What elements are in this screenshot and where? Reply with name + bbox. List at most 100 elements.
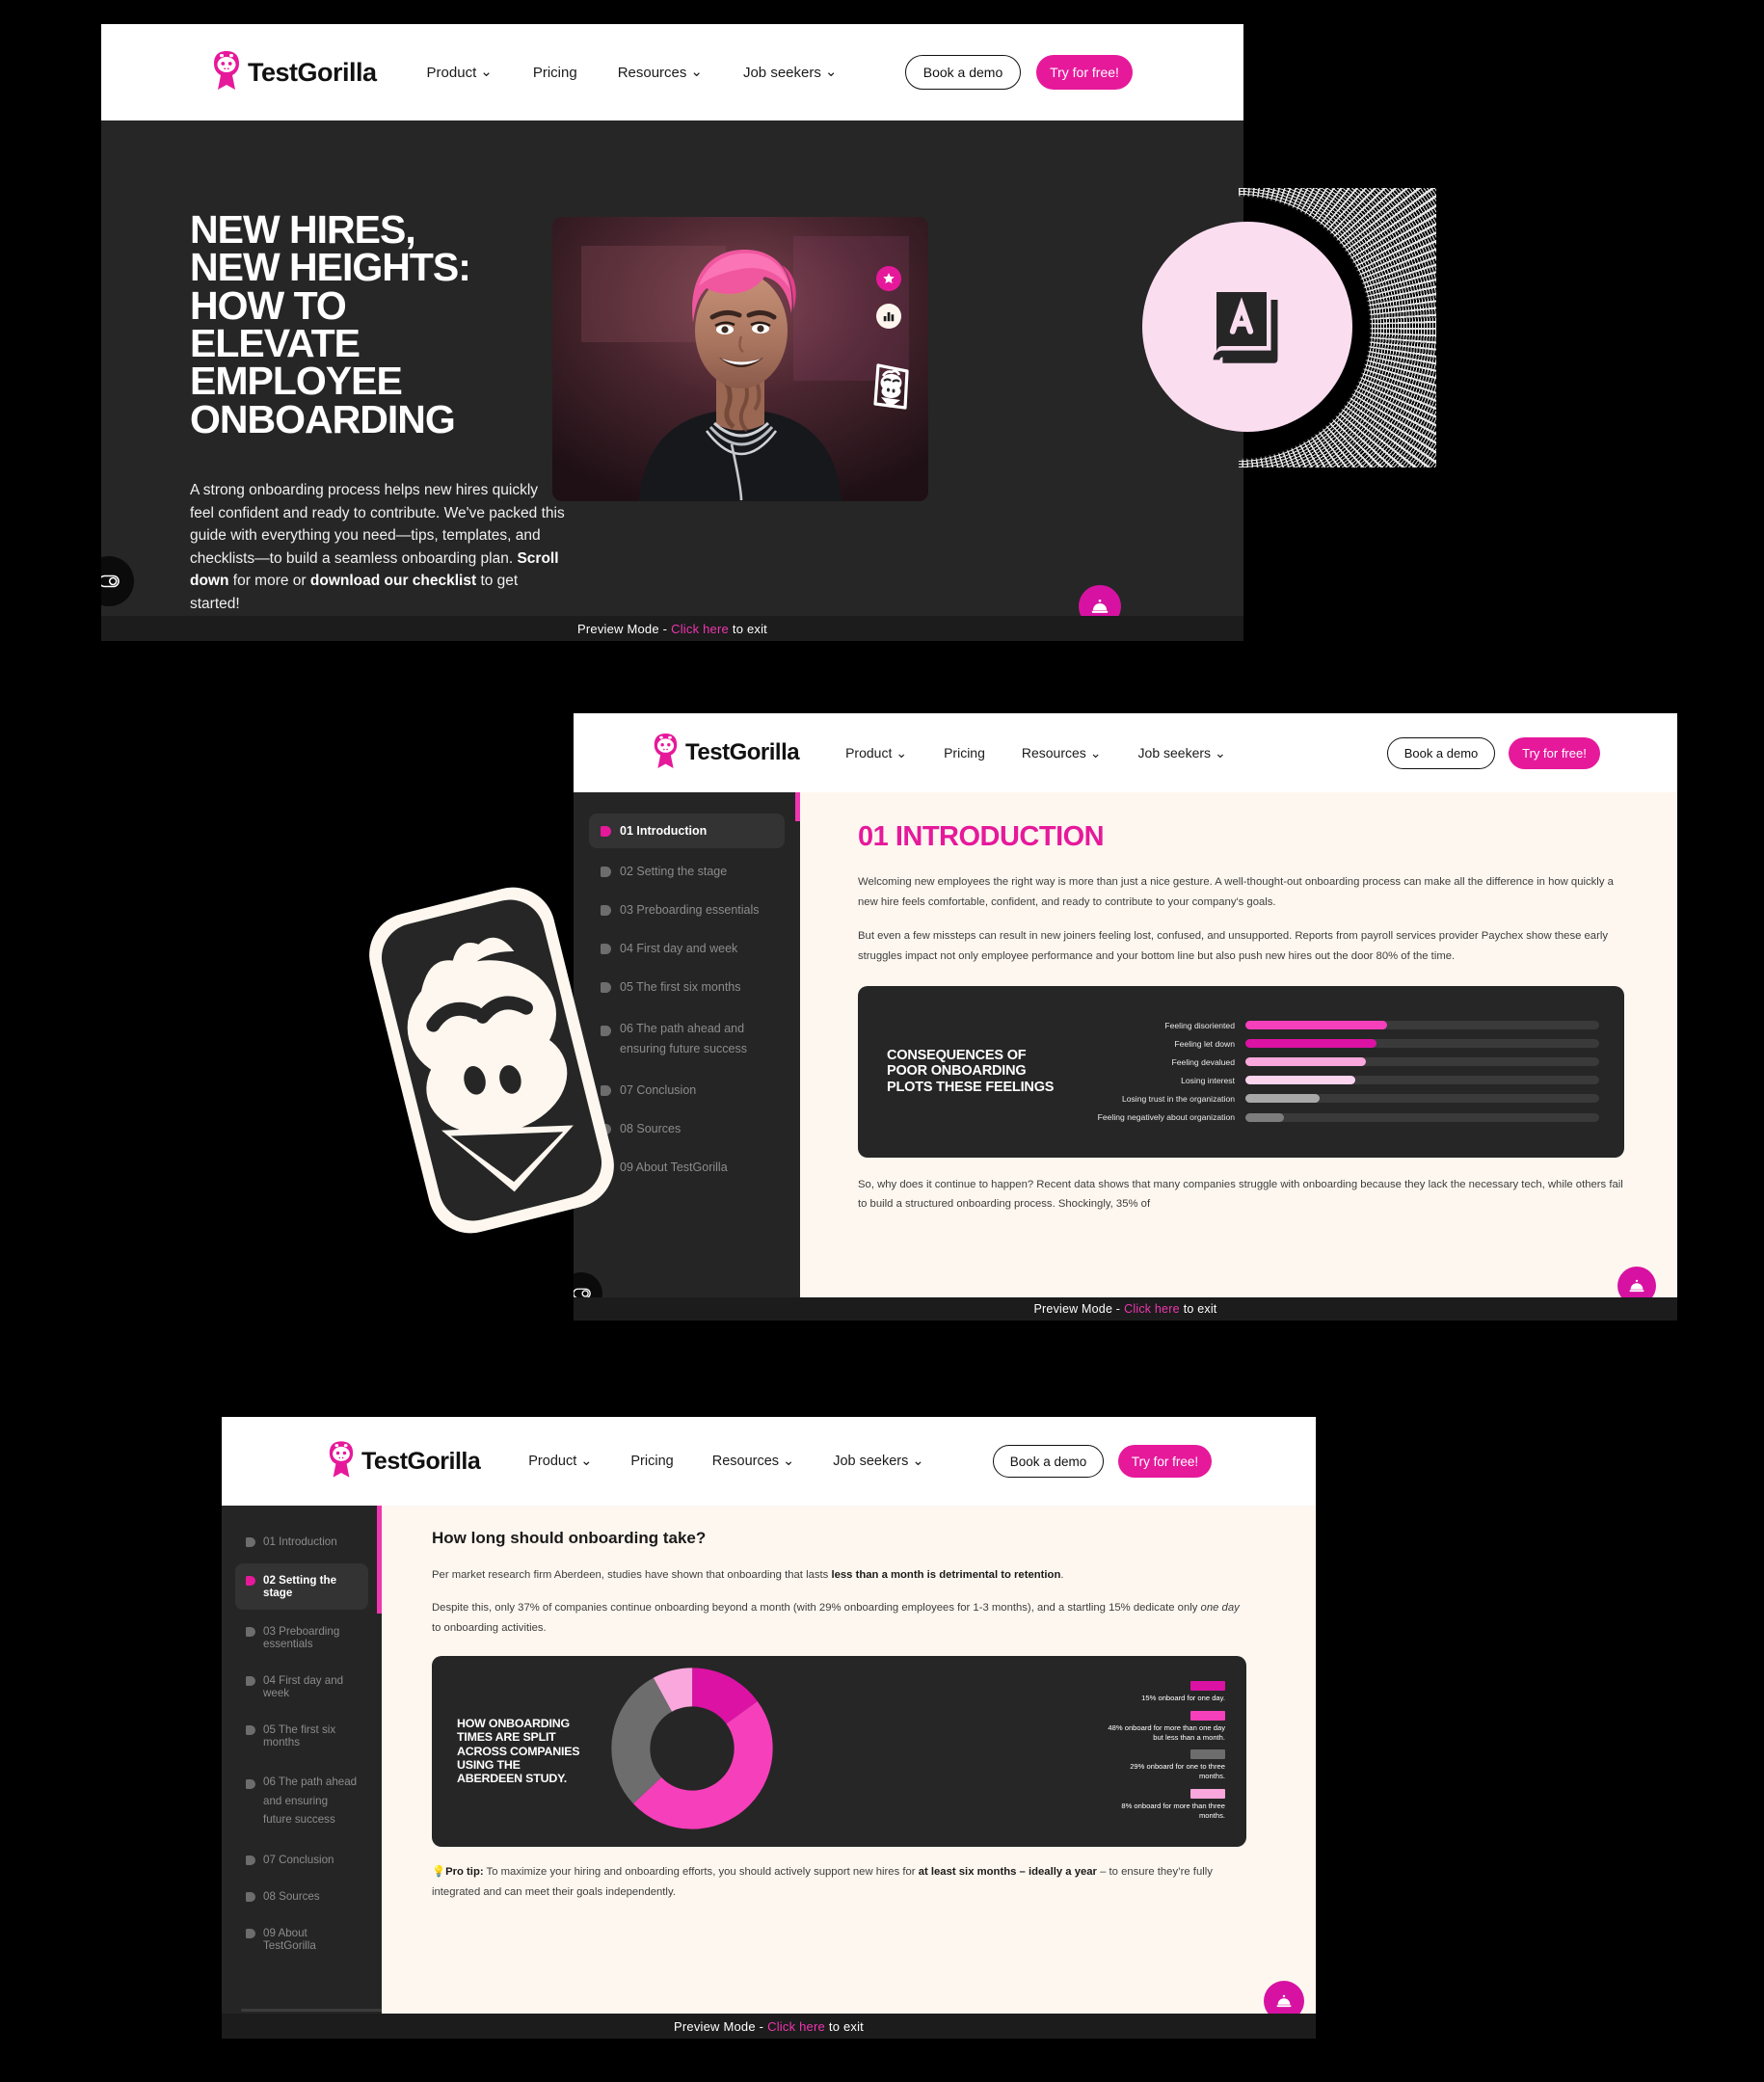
try-for-free-button[interactable]: Try for free! bbox=[1036, 55, 1133, 90]
sidebar-item-label: 06 The path ahead and ensuring future su… bbox=[263, 1775, 358, 1827]
brand-logo-link[interactable]: TestGorilla bbox=[328, 1440, 481, 1483]
book-a-demo-button[interactable]: Book a demo bbox=[905, 55, 1021, 90]
section-bullet-icon bbox=[246, 1576, 255, 1586]
bar-label: Feeling disoriented bbox=[1164, 1020, 1235, 1030]
guide-content: How long should onboarding take? Per mar… bbox=[382, 1506, 1316, 2039]
book-a-badge-icon[interactable] bbox=[1142, 222, 1352, 432]
sidebar-item-07[interactable]: 07 Conclusion bbox=[235, 1845, 368, 1875]
paragraph-text: Despite this, only 37% of companies cont… bbox=[432, 1601, 1201, 1614]
bar-label: Feeling let down bbox=[1174, 1038, 1235, 1049]
preview-mode-bar: Preview Mode - Click here to exit bbox=[574, 1297, 1677, 1321]
legend-label: 8% onboard for more than three months. bbox=[1121, 1801, 1225, 1820]
bar-fill bbox=[1245, 1094, 1321, 1104]
header-cta-group: Book a demo Try for free! bbox=[993, 1445, 1212, 1478]
sidebar-item-04[interactable]: 04 First day and week bbox=[235, 1666, 368, 1708]
preview-prefix: Preview Mode - bbox=[674, 2018, 764, 2034]
nav-label: Product bbox=[845, 745, 893, 761]
sidebar-item-06[interactable]: 06 The path ahead and ensuring future su… bbox=[235, 1764, 368, 1838]
section-bullet-icon bbox=[246, 1929, 255, 1939]
sidebar-scrollbar[interactable] bbox=[241, 2009, 397, 2012]
preview-exit-link[interactable]: Click here bbox=[667, 622, 733, 636]
bar-fill bbox=[1245, 1112, 1285, 1122]
sidebar-item-01[interactable]: 01 Introduction bbox=[589, 814, 785, 848]
sidebar-item-01[interactable]: 01 Introduction bbox=[235, 1527, 368, 1557]
hero-heading-line: NEW HEIGHTS: bbox=[190, 245, 471, 290]
nav-item-product[interactable]: Product ⌄ bbox=[845, 745, 907, 761]
sidebar-item-03[interactable]: 03 Preboarding essentials bbox=[235, 1616, 368, 1659]
bar-chart-badge-icon[interactable] bbox=[876, 304, 901, 329]
star-badge-icon[interactable] bbox=[876, 266, 901, 291]
sidebar-item-label: 03 Preboarding essentials bbox=[263, 1625, 340, 1650]
gorilla-logo-icon bbox=[212, 50, 241, 95]
consequences-chart-card: CONSEQUENCES OF POOR ONBOARDING PLOTS TH… bbox=[858, 985, 1624, 1158]
bar-fill bbox=[1245, 1039, 1376, 1049]
sidebar-item-02[interactable]: 02 Setting the stage bbox=[235, 1563, 368, 1610]
try-for-free-button[interactable]: Try for free! bbox=[1509, 736, 1600, 769]
section-bullet-icon bbox=[246, 1892, 255, 1903]
sidebar-item-label: 02 Setting the stage bbox=[263, 1574, 337, 1599]
bar-track bbox=[1245, 1039, 1599, 1049]
preview-prefix: Preview Mode - bbox=[1033, 1302, 1121, 1316]
browser-window-hero: TestGorilla Product ⌄ Pricing Resources … bbox=[101, 24, 1243, 641]
brand-name: TestGorilla bbox=[685, 739, 800, 765]
hero-paragraph-bold-link[interactable]: download our checklist bbox=[310, 573, 476, 589]
paragraph-text: . bbox=[1060, 1569, 1064, 1581]
sidebar-item-09[interactable]: 09 About TestGorilla bbox=[235, 1918, 368, 1961]
preview-mode-bar: Preview Mode - Click here to exit bbox=[101, 616, 1243, 641]
nav-item-pricing[interactable]: Pricing bbox=[944, 745, 985, 761]
book-a-demo-button[interactable]: Book a demo bbox=[1387, 736, 1495, 769]
gorilla-badge-icon[interactable] bbox=[869, 361, 913, 414]
preview-exit-link[interactable]: Click here bbox=[763, 2019, 829, 2034]
preview-suffix: to exit bbox=[1183, 1302, 1217, 1316]
nav-item-resources[interactable]: Resources ⌄ bbox=[618, 65, 703, 81]
legend-label: 15% onboard for one day. bbox=[1141, 1694, 1225, 1703]
legend-entry: 48% onboard for more than one day but le… bbox=[1105, 1710, 1225, 1744]
site-header: TestGorilla Product ⌄ Pricing Resources … bbox=[222, 1417, 1316, 1506]
section-title: 01 INTRODUCTION bbox=[858, 821, 1105, 852]
legend-entry: 15% onboard for one day. bbox=[1105, 1681, 1225, 1703]
sidebar-item-label: 01 Introduction bbox=[620, 824, 708, 838]
nav-label: Resources bbox=[617, 64, 687, 81]
nav-item-pricing[interactable]: Pricing bbox=[533, 65, 577, 81]
legend-entry: 8% onboard for more than three months. bbox=[1105, 1788, 1225, 1822]
nav-item-product[interactable]: Product ⌄ bbox=[427, 65, 493, 81]
try-for-free-button[interactable]: Try for free! bbox=[1118, 1445, 1212, 1478]
paragraph-bold: at least six months – ideally a year bbox=[918, 1865, 1097, 1878]
bar-fill bbox=[1245, 1021, 1387, 1030]
section-bullet-icon bbox=[246, 1537, 255, 1547]
nav-label: Product bbox=[528, 1454, 577, 1469]
preview-exit-link[interactable]: Click here bbox=[1120, 1302, 1184, 1316]
bar-row: Losing interest bbox=[1082, 1076, 1599, 1085]
nav-item-resources[interactable]: Resources ⌄ bbox=[1022, 745, 1102, 761]
nav-item-product[interactable]: Product ⌄ bbox=[528, 1454, 592, 1469]
service-bell-icon bbox=[1091, 600, 1109, 613]
pro-tip-label: Pro tip: bbox=[445, 1865, 484, 1878]
preview-prefix: Preview Mode - bbox=[577, 621, 668, 636]
guide-body: 01 Introduction 02 Setting the stage 03 … bbox=[222, 1506, 1316, 2039]
cookie-consent-button[interactable] bbox=[101, 556, 134, 606]
browser-window-setting-the-stage: TestGorilla Product ⌄ Pricing Resources … bbox=[222, 1417, 1316, 2039]
brand-logo-link[interactable]: TestGorilla bbox=[653, 733, 800, 774]
bar-track bbox=[1245, 1021, 1599, 1030]
section-paragraph: So, why does it continue to happen? Rece… bbox=[858, 1178, 1623, 1211]
preview-mode-bar: Preview Mode - Click here to exit bbox=[222, 2014, 1316, 2039]
legend-swatch bbox=[1190, 1681, 1225, 1692]
nav-item-resources[interactable]: Resources ⌄ bbox=[712, 1454, 794, 1469]
nav-item-pricing[interactable]: Pricing bbox=[630, 1454, 673, 1469]
pro-tip-paragraph: 💡Pro tip: To maximize your hiring and on… bbox=[432, 1862, 1246, 1904]
sidebar-item-05[interactable]: 05 The first six months bbox=[235, 1715, 368, 1757]
section-paragraph: Welcoming new employees the right way is… bbox=[858, 876, 1614, 908]
donut-chart bbox=[611, 1668, 773, 1834]
legend-swatch bbox=[1190, 1710, 1225, 1721]
book-a-demo-button[interactable]: Book a demo bbox=[993, 1445, 1104, 1478]
nav-item-job-seekers[interactable]: Job seekers ⌄ bbox=[743, 65, 837, 81]
chart-title: CONSEQUENCES OF POOR ONBOARDING PLOTS TH… bbox=[887, 1048, 1060, 1096]
hero-section: NEW HIRES, NEW HEIGHTS: HOW TO ELEVATE E… bbox=[101, 120, 1243, 641]
brand-logo-link[interactable]: TestGorilla bbox=[212, 50, 377, 95]
nav-item-job-seekers[interactable]: Job seekers ⌄ bbox=[1138, 745, 1226, 761]
section-bullet-icon bbox=[601, 826, 611, 837]
nav-item-job-seekers[interactable]: Job seekers ⌄ bbox=[833, 1454, 923, 1469]
section-bullet-icon bbox=[246, 1725, 255, 1735]
sidebar-item-08[interactable]: 08 Sources bbox=[235, 1882, 368, 1911]
guide-body: 01 Introduction 02 Setting the stage 03 … bbox=[574, 792, 1677, 1321]
